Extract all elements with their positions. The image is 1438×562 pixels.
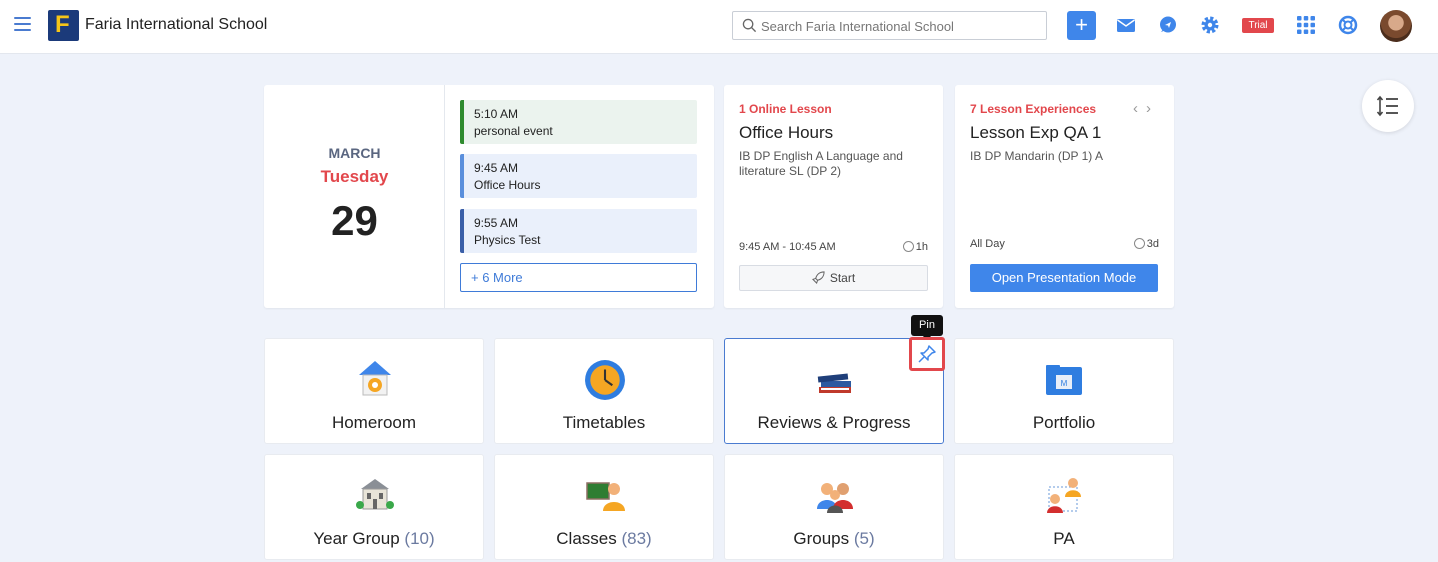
pin-tooltip: Pin [911,315,943,341]
portfolio-icon: M [1046,365,1082,395]
lesson-title[interactable]: Office Hours [739,123,833,143]
trial-badge: Trial [1242,18,1274,33]
lesson-subtitle: IB DP Mandarin (DP 1) A [970,149,1103,163]
group-icon [817,483,853,513]
more-events-button[interactable]: + 6 More [460,263,697,292]
lesson-tag: 7 Lesson Experiences [970,102,1097,116]
reorder-button[interactable] [1362,80,1414,132]
building-icon [356,479,394,510]
tile-label: Groups (5) [793,529,875,548]
avatar[interactable] [1380,10,1412,42]
apps-grid-icon[interactable] [1296,15,1316,35]
homeroom-icon [359,361,391,396]
rocket-icon [811,271,825,285]
calendar-card: MARCH Tuesday 29 5:10 AM personal event … [264,85,714,308]
books-icon [817,373,851,393]
tile-timetables[interactable]: Timetables [494,338,714,444]
clock-icon [1133,238,1145,249]
calendar-event[interactable]: 9:45 AM Office Hours [460,154,697,198]
start-button[interactable]: Start [739,265,928,291]
tile-label: Year Group (10) [313,529,435,548]
duration-value: 3d [1146,238,1159,250]
open-presentation-button[interactable]: Open Presentation Mode [970,264,1158,292]
event-title: Physics Test [474,233,541,247]
tile-year-group[interactable]: Year Group (10) [264,454,484,560]
tile-label: Classes (83) [556,529,652,548]
tile-label: Timetables [562,413,646,432]
start-label: Start [829,271,856,285]
online-lesson-card[interactable]: 1 Online Lesson Office Hours IB DP Engli… [724,85,943,308]
tile-pa[interactable]: PA [954,454,1174,560]
duration-value: 1h [915,241,928,253]
gear-icon[interactable] [1200,15,1220,35]
date-panel: MARCH Tuesday 29 [264,85,445,308]
school-logo[interactable]: F [48,10,79,41]
calendar-event[interactable]: 9:55 AM Physics Test [460,209,697,253]
tile-groups[interactable]: Groups (5) [724,454,944,560]
calendar-event[interactable]: 5:10 AM personal event [460,100,697,144]
help-icon[interactable] [1338,15,1358,35]
mail-icon[interactable] [1116,15,1136,35]
chevron-left-icon[interactable]: ‹ [1133,100,1146,117]
lesson-title[interactable]: Lesson Exp QA 1 [970,123,1101,143]
svg-text:M: M [1061,379,1068,388]
logo-letter: F [55,11,70,38]
date-weekday: Tuesday [320,167,389,186]
chevron-right-icon[interactable]: › [1146,100,1159,117]
search-input[interactable] [761,16,1041,36]
search-icon [742,18,757,33]
lesson-tag: 1 Online Lesson [739,102,832,116]
school-name[interactable]: Faria International School [85,16,267,34]
lesson-duration: 3d [1133,238,1159,250]
clock-icon [902,241,914,252]
lesson-time: All Day [970,238,1005,250]
date-month: MARCH [328,145,381,161]
search-box[interactable] [732,11,1047,40]
line-height-icon [1376,95,1398,117]
date-number: 29 [331,197,378,244]
tile-homeroom[interactable]: Homeroom [264,338,484,444]
lesson-subtitle: IB DP English A Language and literature … [739,149,903,178]
lesson-time: 9:45 AM - 10:45 AM [739,241,836,253]
event-title: personal event [474,124,553,138]
pin-icon [918,345,936,363]
chat-icon[interactable] [1158,15,1178,35]
tile-label: PA [1053,529,1075,548]
tile-classes[interactable]: Classes (83) [494,454,714,560]
add-button[interactable]: + [1067,11,1096,40]
event-time: 9:55 AM [474,216,519,230]
menu-icon[interactable] [14,17,31,31]
event-title: Office Hours [474,178,541,192]
event-time: 9:45 AM [474,161,519,175]
tile-label: Homeroom [331,413,417,432]
tile-portfolio[interactable]: M Portfolio [954,338,1174,444]
pa-icon [1047,478,1081,513]
tile-label: Reviews & Progress [757,413,911,432]
lesson-duration: 1h [902,241,928,253]
lesson-experience-card[interactable]: 7 Lesson Experiences ‹› Lesson Exp QA 1 … [955,85,1174,308]
classroom-icon [586,482,625,511]
pin-button[interactable] [909,337,945,371]
event-time: 5:10 AM [474,107,519,121]
top-bar: F Faria International School + Trial [0,0,1438,54]
lesson-nav: ‹› [1133,100,1159,117]
tile-label: Portfolio [1032,413,1096,432]
clock-icon [585,360,625,400]
